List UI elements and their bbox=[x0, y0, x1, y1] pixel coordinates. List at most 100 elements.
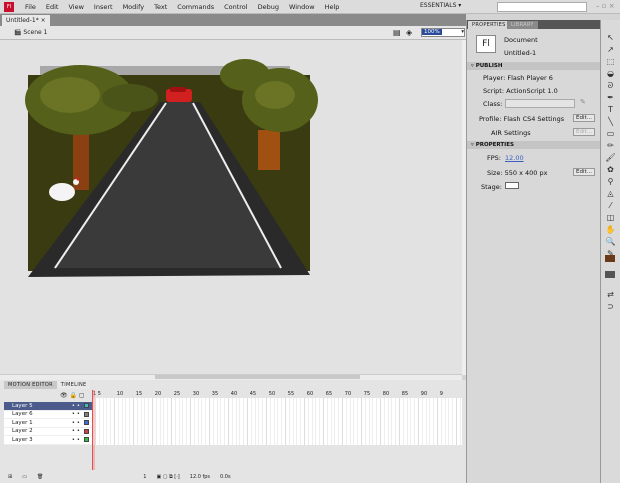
menu-edit[interactable]: Edit bbox=[41, 3, 64, 11]
menu-control[interactable]: Control bbox=[219, 3, 253, 11]
hand-tool-icon[interactable]: ✋ bbox=[604, 224, 618, 235]
layer-row[interactable]: Layer 5 • • bbox=[4, 402, 92, 411]
class-label: Class: bbox=[483, 100, 503, 108]
document-icon: Fl bbox=[476, 35, 496, 53]
new-layer-icon[interactable]: ⊞ bbox=[8, 474, 12, 480]
delete-layer-icon[interactable]: 🗑 bbox=[37, 474, 43, 480]
eyedropper-tool-icon[interactable]: ⁄ bbox=[604, 200, 618, 211]
frame-number: 30 bbox=[192, 391, 200, 397]
paint-bucket-tool-icon[interactable]: ◬ bbox=[604, 188, 618, 199]
tab-properties[interactable]: PROPERTIES bbox=[468, 21, 510, 29]
layer-row[interactable]: Layer 3 • • bbox=[4, 436, 92, 445]
menu-help[interactable]: Help bbox=[320, 3, 345, 11]
snap-icon[interactable]: ⊃ bbox=[604, 301, 618, 312]
scene-label: Scene 1 bbox=[23, 29, 48, 36]
layer-row[interactable]: Layer 6 • • bbox=[4, 410, 92, 419]
lasso-tool-icon[interactable]: ᘐ bbox=[604, 80, 618, 91]
pen-tool-icon[interactable]: ✒ bbox=[604, 92, 618, 103]
document-tabs: Untitled-1* × bbox=[0, 14, 466, 26]
air-edit-button[interactable]: Edit... bbox=[573, 128, 595, 136]
onion-skin-icons[interactable]: ▣ ▢ ⧉ [·] bbox=[156, 474, 179, 480]
workspace-label: ESSENTIALS bbox=[420, 2, 457, 9]
playhead[interactable] bbox=[92, 390, 95, 470]
stage-area[interactable] bbox=[0, 40, 462, 375]
layer-visibility-lock-dots[interactable]: • • bbox=[72, 428, 80, 434]
frame-ruler[interactable]: 1 5 10 15 20 25 30 35 40 45 50 55 60 65 70 75 80 85 90 9 bbox=[92, 390, 462, 398]
pencil-tool-icon[interactable]: ✏ bbox=[604, 140, 618, 151]
text-tool-icon[interactable]: T bbox=[604, 104, 618, 115]
zoom-tool-icon[interactable]: 🔍 bbox=[604, 236, 618, 247]
subselection-tool-icon[interactable]: ↗ bbox=[604, 44, 618, 55]
deco-tool-icon[interactable]: ✿ bbox=[604, 164, 618, 175]
properties-panel: PROPERTIES LIBRARY Fl Document Untitled-… bbox=[466, 20, 601, 483]
pencil-icon[interactable]: ✎ bbox=[580, 98, 586, 106]
class-input[interactable] bbox=[505, 99, 575, 108]
stroke-color-swatch[interactable] bbox=[605, 255, 615, 262]
zoom-select[interactable]: 100% ▾ bbox=[421, 28, 465, 37]
workspace-switcher[interactable]: ESSENTIALS ▾ bbox=[420, 2, 461, 9]
layer-name: Layer 2 bbox=[12, 428, 33, 435]
layer-visibility-lock-dots[interactable]: • • bbox=[72, 403, 80, 409]
menu-text[interactable]: Text bbox=[149, 3, 172, 11]
menu-commands[interactable]: Commands bbox=[172, 3, 219, 11]
frame-number: 75 bbox=[363, 391, 371, 397]
layer-visibility-lock-dots[interactable]: • • bbox=[72, 420, 80, 426]
menu-file[interactable]: File bbox=[20, 3, 41, 11]
bone-tool-icon[interactable]: ⚲ bbox=[604, 176, 618, 187]
layer-outline-color[interactable] bbox=[84, 437, 89, 443]
document-tab[interactable]: Untitled-1* × bbox=[2, 15, 50, 26]
menu-insert[interactable]: Insert bbox=[89, 3, 118, 11]
3d-rotation-tool-icon[interactable]: ◒ bbox=[604, 68, 618, 79]
line-tool-icon[interactable]: ╲ bbox=[604, 116, 618, 127]
layer-row[interactable]: Layer 1 • • bbox=[4, 419, 92, 428]
air-settings: AIR Settings bbox=[491, 129, 531, 137]
new-folder-icon[interactable]: ▭ bbox=[22, 474, 27, 480]
fps-value[interactable]: 12.00 bbox=[505, 154, 524, 162]
layer-outline-color[interactable] bbox=[84, 420, 89, 426]
layer-list: Layer 5 • • Layer 6 • • Layer 1 • • Layer 2 • •… bbox=[4, 402, 464, 445]
edit-scene-icon[interactable]: ▤ bbox=[393, 28, 401, 37]
stage-color-swatch[interactable] bbox=[505, 182, 519, 189]
layer-name: Layer 5 bbox=[12, 402, 33, 409]
help-search-input[interactable] bbox=[497, 2, 587, 12]
frame-number: 45 bbox=[249, 391, 257, 397]
swap-colors-icon[interactable]: ⇄ bbox=[604, 289, 618, 300]
layer-row[interactable]: Layer 2 • • bbox=[4, 427, 92, 436]
size-edit-button[interactable]: Edit... bbox=[573, 168, 595, 176]
properties-header[interactable]: ▿ PROPERTIES bbox=[467, 141, 601, 149]
fill-color-swatch[interactable] bbox=[605, 271, 615, 278]
red-car bbox=[166, 87, 192, 102]
frame-number: 80 bbox=[382, 391, 390, 397]
stage-label: Stage: bbox=[481, 183, 502, 191]
fps-label: FPS: bbox=[487, 154, 501, 162]
tab-library[interactable]: LIBRARY bbox=[507, 21, 538, 29]
window-controls[interactable]: – ▫ × bbox=[596, 2, 615, 10]
menu-debug[interactable]: Debug bbox=[253, 3, 284, 11]
layer-outline-color[interactable] bbox=[84, 411, 89, 417]
frame-number: 35 bbox=[211, 391, 219, 397]
frame-number: 40 bbox=[230, 391, 238, 397]
edit-symbol-icon[interactable]: ◈ bbox=[406, 28, 412, 37]
layer-toggle-icons[interactable]: 👁 🔒 ▢ bbox=[60, 392, 85, 399]
menu-window[interactable]: Window bbox=[284, 3, 320, 11]
free-transform-tool-icon[interactable]: ⬚ bbox=[604, 56, 618, 67]
layer-outline-color[interactable] bbox=[84, 428, 89, 434]
menu-view[interactable]: View bbox=[63, 3, 88, 11]
rectangle-tool-icon[interactable]: ▭ bbox=[604, 128, 618, 139]
layer-visibility-lock-dots[interactable]: • • bbox=[72, 437, 80, 443]
layer-name: Layer 6 bbox=[12, 411, 33, 418]
profile-edit-button[interactable]: Edit... bbox=[573, 114, 595, 122]
frame-number: 20 bbox=[154, 391, 162, 397]
brush-tool-icon[interactable]: 🖌 bbox=[604, 152, 618, 163]
eraser-tool-icon[interactable]: ◫ bbox=[604, 212, 618, 223]
scrollbar-thumb[interactable] bbox=[155, 375, 360, 379]
tab-motion-editor[interactable]: MOTION EDITOR bbox=[4, 381, 57, 389]
tab-timeline[interactable]: TIMELINE bbox=[56, 381, 91, 389]
menu-modify[interactable]: Modify bbox=[118, 3, 150, 11]
close-tab-icon[interactable]: × bbox=[41, 17, 46, 24]
publish-header[interactable]: ▿ PUBLISH bbox=[467, 62, 601, 70]
layer-visibility-lock-dots[interactable]: • • bbox=[72, 411, 80, 417]
selection-tool-icon[interactable]: ↖ bbox=[604, 32, 618, 43]
scene-breadcrumb[interactable]: 🎬 Scene 1 bbox=[14, 29, 47, 36]
layer-outline-color[interactable] bbox=[84, 403, 89, 409]
